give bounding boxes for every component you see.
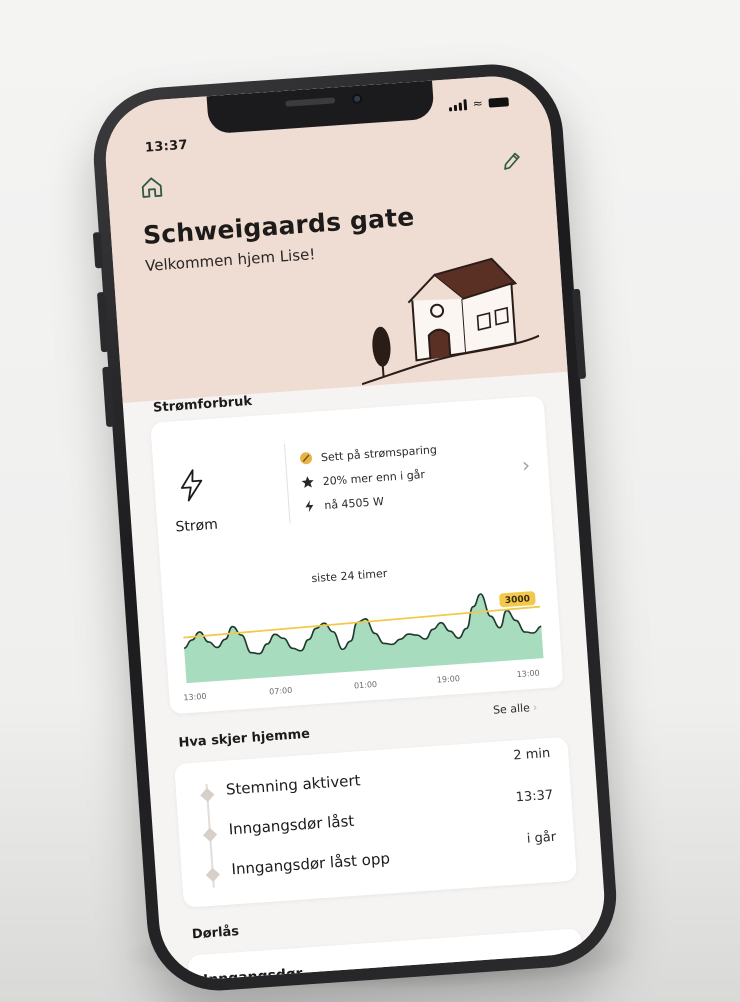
event-label[interactable]: Inngangsdør låst [228,812,355,839]
event-label[interactable]: Inngangsdør låst opp [231,849,391,878]
power-label: Strøm [175,516,219,536]
pencil-icon[interactable] [500,149,523,172]
see-all-label: Se alle [492,701,531,717]
timeline-dot [203,827,218,842]
star-icon [300,475,315,490]
x-tick: 13:00 [516,668,540,680]
event-label[interactable]: Stemning aktivert [225,771,361,798]
threshold-label: 3000 [505,594,531,606]
x-tick: 19:00 [436,674,461,685]
silent-switch [92,232,104,269]
leaf-icon [299,451,314,466]
chart-caption: siste 24 timer [311,566,388,586]
events-card: Stemning aktivert 2 min Inngangsdør låst… [174,736,578,908]
event-time: 2 min [512,745,551,764]
earpiece-speaker [285,97,336,107]
timeline-dot [205,867,220,882]
front-camera [351,93,363,105]
x-tick: 01:00 [353,679,378,691]
battery-icon [488,96,509,108]
events-section-title: Hva skjer hjemme [178,726,311,751]
volume-up-button [96,291,110,353]
phone-frame: 13:37 ≈ Schweigaards gate Velkommen hjem… [89,59,621,996]
timeline-dot [200,787,215,803]
x-tick: 07:00 [268,685,293,697]
photo-stage: 13:37 ≈ Schweigaards gate Velkommen hjem… [0,0,740,1002]
fact-text: Sett på strømsparing [320,442,438,464]
event-time: 13:37 [515,787,554,806]
divider [283,443,291,524]
power-button [571,288,587,380]
event-time: i går [526,829,557,847]
door-name: Inngangsdør [202,965,304,983]
home-icon[interactable] [139,175,165,201]
phone-screen: 13:37 ≈ Schweigaards gate Velkommen hjem… [101,72,609,983]
see-all-link[interactable]: Se alle › [493,701,538,717]
wifi-icon: ≈ [472,96,484,111]
lightning-icon [180,469,203,502]
fact-text: 20% mer enn i går [322,467,426,488]
house-illustration [361,257,540,386]
bolt-icon [302,499,317,514]
power-facts: Sett på strømsparing 20% mer enn i går n… [298,437,441,518]
power-card[interactable]: Strøm Sett på strømsparing 20% mer enn i… [150,395,564,715]
cellular-signal-icon [448,98,468,111]
status-time: 13:37 [144,137,189,156]
lock-section-title: Dørlås [191,924,240,943]
volume-down-button [102,366,115,428]
x-tick: 13:00 [183,691,207,703]
chevron-right-icon[interactable]: › [521,453,531,477]
power-chart: 3000 [183,591,544,684]
usage-area [184,593,544,684]
chevron-right-icon: › [532,700,538,715]
fact-text: nå 4505 W [323,494,385,512]
